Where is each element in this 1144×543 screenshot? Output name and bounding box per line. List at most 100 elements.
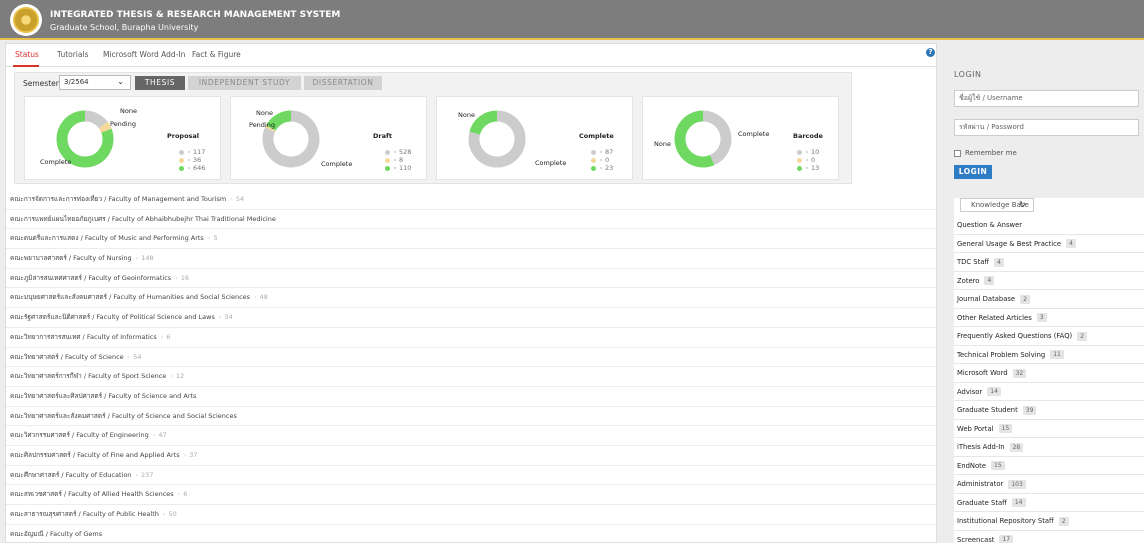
legend-entry: 117 — [179, 148, 205, 156]
chart-card: None Pending Complete Draft 528 8 110 — [230, 96, 427, 180]
faculty-count: 37 — [184, 451, 198, 459]
faculty-row[interactable]: คณะวิทยาศาสตร์และศิลปศาสตร์ / Faculty of… — [6, 387, 936, 407]
legend-entry: 646 — [179, 164, 205, 172]
kb-item-count: 15 — [991, 461, 1005, 470]
remember-me[interactable]: Remember me — [954, 149, 1017, 157]
faculty-row[interactable]: คณะดนตรีและการแสดง / Faculty of Music an… — [6, 229, 936, 250]
tab-tutorials[interactable]: Tutorials — [57, 50, 88, 59]
kb-item[interactable]: Graduate Staff 14 — [954, 494, 1144, 512]
faculty-row[interactable]: คณะภูมิสารสนเทศศาสตร์ / Faculty of Geoin… — [6, 269, 936, 289]
type-dissertation-button[interactable]: DISSERTATION — [304, 76, 382, 90]
tab-word-addin[interactable]: Microsoft Word Add-In — [103, 50, 185, 59]
faculty-row[interactable]: คณะสหเวชศาสตร์ / Faculty of Allied Healt… — [6, 485, 936, 505]
legend-dot-icon — [385, 157, 390, 163]
legend-entry: 23 — [591, 164, 613, 172]
university-logo[interactable] — [10, 4, 42, 36]
username-input[interactable]: ชื่อผู้ใช้ / Username — [954, 90, 1139, 107]
chart-card: None Complete Complete 87 0 23 — [436, 96, 633, 180]
tab-fact-figure[interactable]: Fact & Figure — [192, 50, 241, 59]
chevron-down-icon: ⌄ — [117, 77, 124, 86]
slice-label: Pending — [110, 120, 136, 128]
tab-status[interactable]: Status — [15, 50, 39, 59]
kb-item[interactable]: Administrator 103 — [954, 475, 1144, 494]
faculty-row[interactable]: คณะการจัดการและการท่องเที่ยว / Faculty o… — [6, 190, 936, 210]
legend-dot-icon — [797, 165, 802, 171]
faculty-name: คณะสาธารณสุขศาสตร์ / Faculty of Public H… — [10, 510, 159, 518]
faculty-row[interactable]: คณะวิทยาศาสตร์และสังคมศาสตร์ / Faculty o… — [6, 407, 936, 427]
kb-item-label: Graduate Staff — [957, 498, 1007, 507]
faculty-row[interactable]: คณะวิทยาศาสตร์ / Faculty of Science 54 — [6, 348, 936, 368]
knowledge-base-list: Question & Answer General Usage & Best Pr… — [954, 216, 1144, 543]
help-icon[interactable]: ? — [926, 48, 935, 57]
legend-entry: 528 — [385, 148, 411, 156]
kb-item-label: Institutional Repository Staff — [957, 517, 1054, 525]
kb-item-label: General Usage & Best Practice — [957, 239, 1062, 248]
kb-item-count: 39 — [1022, 405, 1037, 415]
faculty-row[interactable]: คณะการแพทย์แผนไทยอภัยภูเบศร / Faculty of… — [6, 210, 936, 230]
type-independent-study-button[interactable]: INDEPENDENT STUDY — [188, 76, 301, 90]
legend-dot-icon — [591, 165, 596, 171]
password-input[interactable]: รหัสผ่าน / Password — [954, 119, 1139, 136]
legend-dot-icon — [179, 149, 184, 155]
main-panel: Status Tutorials Microsoft Word Add-In F… — [5, 43, 937, 543]
faculty-row[interactable]: คณะศิลปกรรมศาสตร์ / Faculty of Fine and … — [6, 446, 936, 466]
slice-label: None — [256, 109, 273, 117]
kb-item[interactable]: General Usage & Best Practice 4 — [954, 235, 1144, 253]
kb-item[interactable]: Frequently Asked Questions (FAQ) 2 — [954, 327, 1144, 346]
login-button[interactable]: LOGIN — [954, 165, 992, 179]
faculty-row[interactable]: คณะมนุษยศาสตร์และสังคมศาสตร์ / Faculty o… — [6, 288, 936, 309]
kb-item[interactable]: Graduate Student 39 — [954, 401, 1144, 420]
kb-item[interactable]: Screencast 17 — [954, 531, 1144, 543]
faculty-row[interactable]: คณะวิทยาการสารสนเทศ / Faculty of Informa… — [6, 328, 936, 348]
chart-title: Draft — [373, 132, 392, 140]
seal-icon — [13, 7, 39, 33]
faculty-row[interactable]: คณะพยาบาลศาสตร์ / Faculty of Nursing 148 — [6, 249, 936, 269]
semester-select[interactable]: 3/2564 ⌄ — [59, 75, 131, 90]
kb-item[interactable]: Web Portal 15 — [954, 420, 1144, 438]
faculty-row[interactable]: คณะวิศวกรรมศาสตร์ / Faculty of Engineeri… — [6, 426, 936, 446]
faculty-name: คณะการจัดการและการท่องเที่ยว / Faculty o… — [10, 195, 227, 203]
slice-label: Complete — [40, 158, 72, 166]
kb-item[interactable]: Zotero 4 — [954, 272, 1144, 290]
kb-item-label: Screencast — [957, 535, 995, 543]
kb-item[interactable]: Question & Answer — [954, 216, 1144, 235]
kb-item-count: 2 — [1077, 331, 1088, 341]
remember-checkbox[interactable] — [954, 149, 961, 157]
faculty-row[interactable]: คณะวิทยาศาสตร์การกีฬา / Faculty of Sport… — [6, 367, 936, 387]
legend-dot-icon — [591, 149, 596, 155]
kb-item-label: Advisor — [957, 387, 983, 396]
faculty-count: 54 — [230, 195, 244, 203]
separator-dot-icon — [188, 151, 190, 153]
kb-item[interactable]: Institutional Repository Staff 2 — [954, 512, 1144, 531]
faculty-row[interactable]: คณะรัฐศาสตร์และนิติศาสตร์ / Faculty of P… — [6, 308, 936, 328]
legend-entry: 13 — [797, 164, 819, 172]
type-thesis-button[interactable]: THESIS — [135, 76, 185, 90]
faculty-row[interactable]: คณะอัญมณี / Faculty of Gems — [6, 525, 936, 542]
kb-item[interactable]: Other Related Articles 3 — [954, 309, 1144, 327]
faculty-row[interactable]: คณะสาธารณสุขศาสตร์ / Faculty of Public H… — [6, 505, 936, 525]
kb-item[interactable]: Journal Database 2 — [954, 290, 1144, 309]
legend-value: 23 — [605, 164, 614, 172]
kb-item[interactable]: iThesis Add-In 28 — [954, 438, 1144, 457]
kb-item[interactable]: Microsoft Word 32 — [954, 364, 1144, 383]
legend-entry: 87 — [591, 148, 613, 156]
knowledge-base-button[interactable]: Knowledge Base ↻ — [960, 198, 1034, 212]
login-title: LOGIN — [954, 70, 982, 79]
faculty-count: 47 — [153, 431, 167, 439]
slice-none — [84, 110, 108, 129]
kb-item[interactable]: Technical Problem Solving 11 — [954, 346, 1144, 364]
kb-item-count: 17 — [999, 535, 1014, 543]
kb-item[interactable]: EndNote 15 — [954, 457, 1144, 475]
faculty-row[interactable]: คณะศึกษาศาสตร์ / Faculty of Education237 — [6, 466, 936, 486]
faculty-count: 6 — [178, 490, 188, 498]
kb-item-count: 28 — [1009, 442, 1024, 452]
active-tab-indicator — [13, 65, 39, 67]
chart-title: Proposal — [167, 132, 200, 140]
kb-item[interactable]: TDC Staff 4 — [954, 253, 1144, 272]
legend-value: 36 — [193, 156, 202, 164]
legend-entry: 10 — [797, 148, 819, 156]
faculty-count: 50 — [163, 510, 177, 518]
kb-item[interactable]: Advisor 14 — [954, 383, 1144, 401]
legend-value: 117 — [193, 148, 206, 156]
legend-entry: 0 — [591, 156, 609, 164]
